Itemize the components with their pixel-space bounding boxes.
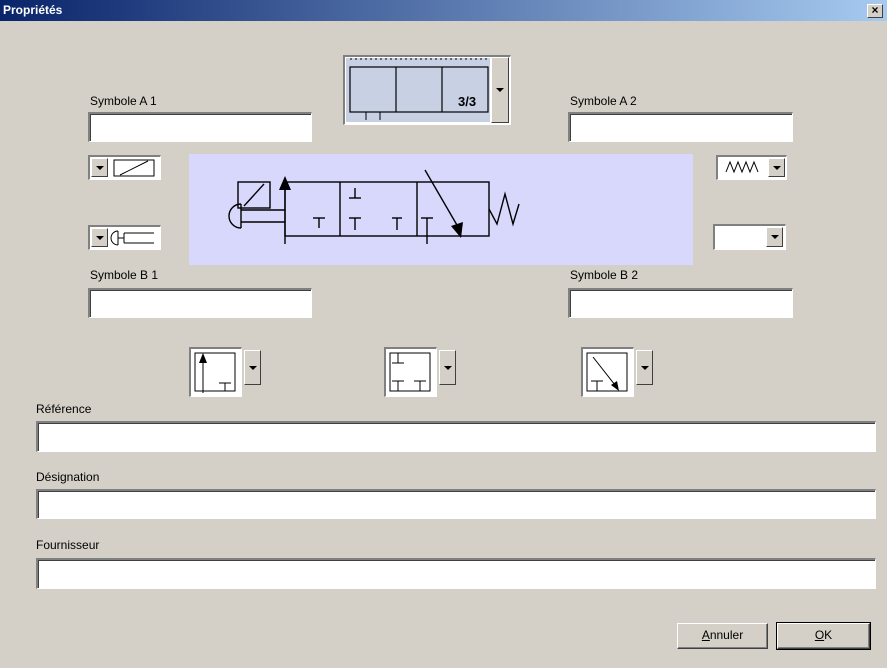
cancel-accelerator: A <box>701 628 710 642</box>
designation-input[interactable] <box>36 489 876 519</box>
valve-type-label: 3/3 <box>458 94 477 109</box>
symbol-a1-input[interactable] <box>88 112 312 142</box>
symbol-a2-input[interactable] <box>568 112 793 142</box>
actuator-b1-combo[interactable] <box>88 225 161 250</box>
ok-label: K <box>824 628 833 642</box>
symbol-a2-label: Symbole A 2 <box>570 94 637 108</box>
valve-3-3-icon <box>349 58 489 120</box>
symbol-b2-label: Symbole B 2 <box>570 268 639 282</box>
fournisseur-input[interactable] <box>36 558 876 589</box>
symbol-a1-label: Symbole A 1 <box>90 94 157 108</box>
closed-ports-icon <box>389 352 431 392</box>
actuator-a2-combo[interactable] <box>716 155 787 180</box>
close-button[interactable]: × <box>867 4 883 18</box>
cancel-button[interactable]: Annuler <box>677 623 768 649</box>
designation-label: Désignation <box>36 470 100 484</box>
actuator-b1-dropdown-button[interactable] <box>91 228 108 247</box>
ok-accelerator: O <box>814 628 825 642</box>
valve-schematic-icon <box>228 169 520 244</box>
valve-type-dropdown-button[interactable] <box>491 57 509 123</box>
symbol-b2-input[interactable] <box>568 288 793 318</box>
flow-up-icon <box>194 352 236 393</box>
properties-dialog: Propriétés × Symbole A 1 Symbole A 2 3/3 <box>0 0 887 668</box>
push-button-icon <box>110 230 154 246</box>
flow-diagonal-icon <box>586 352 628 392</box>
title-bar[interactable]: Propriétés × <box>0 0 887 21</box>
solenoid-icon <box>113 159 155 177</box>
actuator-b2-dropdown-button[interactable] <box>766 227 783 247</box>
position-3-dropdown-button[interactable] <box>636 350 653 385</box>
close-icon: × <box>871 3 879 17</box>
actuator-a2-dropdown-button[interactable] <box>768 158 785 177</box>
valve-preview <box>189 154 693 265</box>
fournisseur-label: Fournisseur <box>36 538 100 552</box>
reference-input[interactable] <box>36 421 876 452</box>
actuator-a1-combo[interactable] <box>88 155 161 180</box>
symbol-b1-label: Symbole B 1 <box>90 268 159 282</box>
symbol-b1-input[interactable] <box>88 288 312 318</box>
valve-type-combo[interactable]: 3/3 <box>343 55 511 125</box>
valve-type-selected: 3/3 <box>346 58 490 122</box>
position-2-combo[interactable] <box>384 347 465 397</box>
position-3-combo[interactable] <box>581 347 662 397</box>
actuator-b2-combo[interactable] <box>713 224 786 250</box>
position-2-dropdown-button[interactable] <box>439 350 456 385</box>
window-title: Propriétés <box>3 3 63 17</box>
actuator-a1-dropdown-button[interactable] <box>91 158 108 177</box>
spring-icon <box>725 160 759 174</box>
position-1-combo[interactable] <box>189 347 270 397</box>
cancel-label: nnuler <box>709 628 744 642</box>
position-1-dropdown-button[interactable] <box>244 350 261 385</box>
ok-button[interactable]: OK <box>776 622 871 650</box>
reference-label: Référence <box>36 402 92 416</box>
